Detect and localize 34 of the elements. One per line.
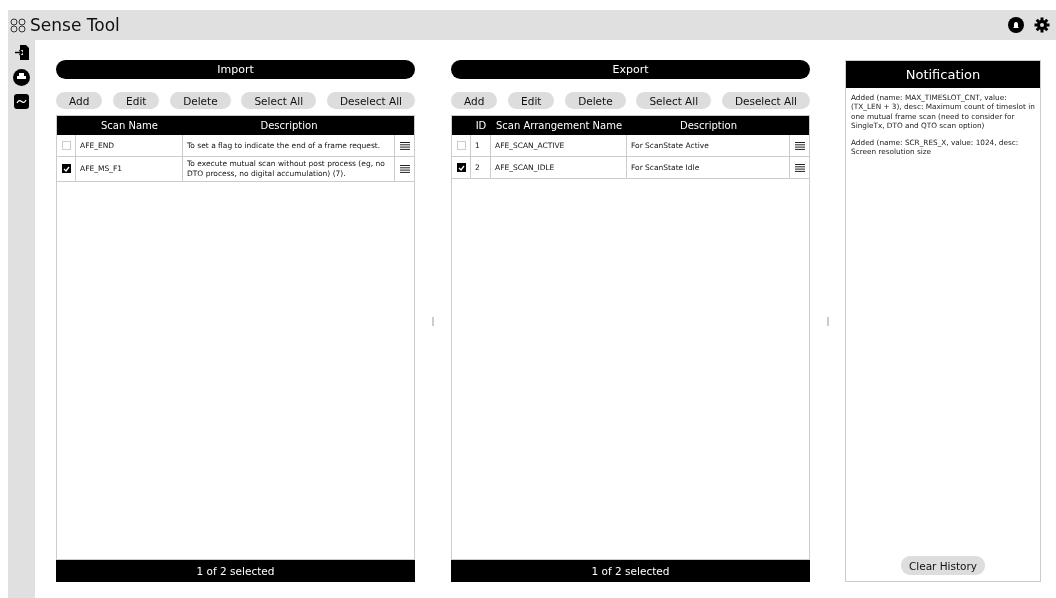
clear-history-button[interactable]: Clear History bbox=[900, 556, 986, 575]
panel-title: Import bbox=[56, 60, 415, 79]
column-header: Scan Name bbox=[100, 120, 159, 131]
toolbar-button[interactable]: Select All bbox=[636, 92, 712, 109]
toolbar-button[interactable]: Add bbox=[451, 92, 498, 109]
toolbar-button[interactable]: Deselect All bbox=[326, 92, 415, 109]
menu-icon[interactable] bbox=[399, 164, 410, 173]
row-checkbox[interactable] bbox=[456, 163, 466, 172]
app-logo-icon bbox=[10, 17, 26, 33]
selection-status: 1 of 2 selected bbox=[56, 560, 415, 582]
column-header: Description bbox=[259, 120, 319, 131]
import-file-icon[interactable] bbox=[13, 44, 30, 61]
toolbar-button[interactable]: Edit bbox=[508, 92, 555, 109]
app-title: Sense Tool bbox=[30, 15, 121, 35]
menu-icon[interactable] bbox=[399, 141, 410, 150]
toolbar-button[interactable]: Deselect All bbox=[721, 92, 810, 109]
row-checkbox[interactable] bbox=[61, 164, 71, 174]
settings-icon[interactable] bbox=[1034, 17, 1050, 33]
column-header: Description bbox=[679, 120, 738, 131]
menu-icon[interactable] bbox=[794, 141, 805, 150]
chart-icon[interactable] bbox=[14, 94, 29, 109]
toolbar-button[interactable]: Edit bbox=[113, 92, 160, 109]
bell-icon[interactable] bbox=[1008, 17, 1024, 33]
toolbar-button[interactable]: Add bbox=[56, 92, 103, 109]
toolbar-button[interactable]: Select All bbox=[241, 92, 317, 109]
menu-icon[interactable] bbox=[794, 163, 805, 172]
column-header: Scan Arrangement Name bbox=[494, 120, 624, 131]
column-header: ID bbox=[474, 120, 488, 131]
toolbar-button[interactable]: Delete bbox=[565, 92, 626, 109]
notification-title: Notification bbox=[846, 61, 1040, 88]
selection-status: 1 of 2 selected bbox=[451, 560, 810, 582]
toolbar-button[interactable]: Delete bbox=[170, 92, 231, 109]
panel-title: Export bbox=[451, 60, 810, 79]
printer-icon[interactable] bbox=[13, 69, 30, 86]
